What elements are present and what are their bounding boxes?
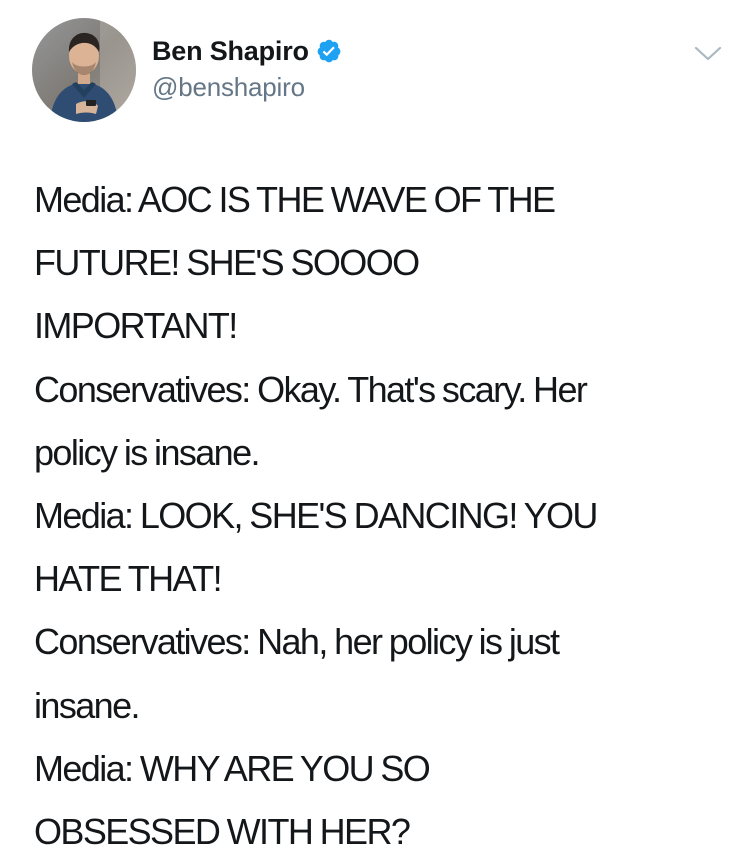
chevron-down-icon[interactable] — [693, 44, 723, 64]
tweet-text-line: FUTURE! SHE'S SOOOO — [34, 242, 420, 284]
profile-photo — [32, 18, 136, 122]
tweet-text-line: policy is insane. — [34, 431, 261, 473]
tweet-text-line: insane. — [34, 684, 140, 726]
tweet-text-line: Media: WHY ARE YOU SO — [34, 747, 431, 789]
tweet-card: Ben Shapiro @benshapiro Media: AOC IS TH… — [0, 0, 749, 865]
author-display-name[interactable]: Ben Shapiro — [152, 36, 309, 67]
tweet-text: Media: AOC IS THE WAVE OF THE FUTURE! SH… — [34, 168, 734, 863]
tweet-text-line: Media: AOC IS THE WAVE OF THE — [34, 179, 556, 220]
author-name-row[interactable]: Ben Shapiro — [152, 34, 342, 68]
tweet-text-line: IMPORTANT! — [34, 305, 238, 347]
tweet-text-line: Media: LOOK, SHE'S DANCING! YOU — [34, 495, 598, 537]
author-handle[interactable]: @benshapiro — [152, 72, 305, 103]
avatar[interactable] — [32, 18, 136, 122]
tweet-text-line: OBSESSED WITH HER? — [34, 811, 411, 853]
verified-badge-icon — [316, 38, 342, 64]
tweet-text-line: Conservatives: Nah, her policy is just — [34, 621, 560, 663]
tweet-text-line: Conservatives: Okay. That's scary. Her — [34, 368, 588, 410]
tweet-text-line: HATE THAT! — [34, 558, 223, 600]
